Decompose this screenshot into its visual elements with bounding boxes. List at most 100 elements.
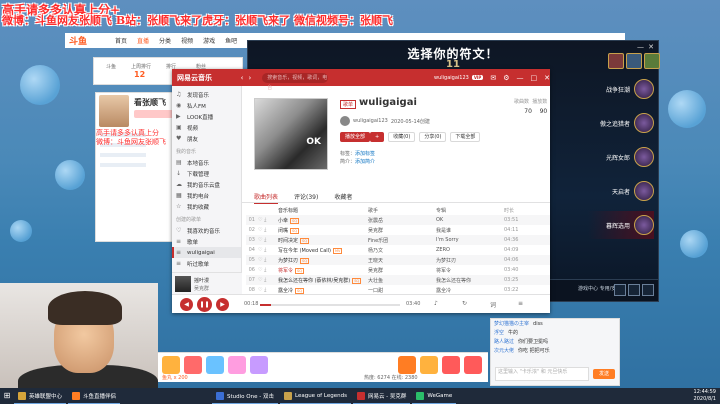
track-artist[interactable]: 王晓天 [368, 257, 436, 264]
track-artist[interactable]: 吴克群 [368, 267, 436, 274]
track-album[interactable]: 我是谁 [436, 227, 504, 234]
sidebar-item-downloads[interactable]: ↓ 下载管理 [172, 168, 241, 179]
track-artist[interactable]: 大壮鱼 [368, 277, 436, 284]
taskbar-item[interactable]: 斗鱼直播伴侣 [68, 388, 121, 404]
taskbar-item[interactable]: WeGame [412, 388, 457, 404]
settings-icon[interactable]: ⚙ [503, 74, 509, 82]
like-icon[interactable]: ♡ [258, 247, 262, 253]
track-album[interactable]: OK [436, 217, 504, 223]
gift-icon[interactable] [162, 356, 180, 374]
chat-input[interactable]: 这里输入 "卡乐浓" 和 元旦快乐 [495, 367, 589, 381]
gift-icon[interactable] [250, 356, 268, 374]
nav-games[interactable]: 游戏 [203, 36, 215, 45]
playlist-icon[interactable]: ≡ [518, 300, 523, 307]
progress-bar[interactable] [260, 304, 400, 306]
lol-settings-button[interactable] [642, 284, 654, 296]
track-title[interactable]: 将军令 SQ [278, 267, 368, 274]
close-icon[interactable]: ✕ [544, 74, 550, 82]
track-title[interactable]: 露全冷 SQ [278, 287, 368, 294]
lol-slot[interactable]: 战争狂潮 [588, 75, 654, 103]
loop-icon[interactable]: ↻ [462, 300, 467, 307]
anchor-avatar[interactable] [99, 95, 129, 127]
prev-button[interactable]: ◀ [180, 298, 193, 311]
system-clock[interactable]: 12:44:59 2020/8/1 [694, 389, 716, 403]
mail-icon[interactable]: ✉ [490, 74, 496, 82]
download-icon[interactable]: ⤓ [264, 287, 266, 293]
next-button[interactable]: ▶ [216, 298, 229, 311]
chat-user[interactable]: 梦幻猫猫の主宰 [494, 320, 529, 327]
add-all-button[interactable]: + [370, 132, 385, 142]
like-icon[interactable]: ♡ [258, 287, 262, 293]
lol-slot-active[interactable]: 暮辉选用 [588, 211, 654, 239]
download-icon[interactable]: ⤓ [264, 267, 266, 273]
sidebar-item-video[interactable]: ▣ 视频 [172, 122, 241, 133]
back-arrow-icon[interactable]: ‹ [241, 74, 244, 82]
champion-icon[interactable] [644, 53, 660, 69]
now-playing-mini[interactable]: 摇叶漫 吴克群 [172, 272, 242, 294]
track-artist[interactable]: 吴克群 [368, 227, 436, 234]
like-icon[interactable]: ♡ [258, 277, 262, 283]
gift-icon[interactable] [206, 356, 224, 374]
minimize-icon[interactable]: — [517, 74, 524, 82]
track-title[interactable]: 为梦扛刃 SQ [278, 257, 368, 264]
taskbar-item[interactable]: League of Legends [279, 388, 351, 404]
download-icon[interactable]: ⤓ [264, 217, 266, 223]
sidebar-item-look[interactable]: ▶ LOOK直播 [172, 111, 241, 122]
download-icon[interactable]: ⤓ [264, 247, 266, 253]
table-row[interactable]: 06 ♡ ⤓ 将军令 SQ 吴克群 将军令 03:40 [246, 265, 550, 275]
lol-spell-button[interactable] [628, 284, 640, 296]
like-icon[interactable]: ♡ [258, 267, 262, 273]
champion-icon[interactable] [626, 53, 642, 69]
music-search-input[interactable]: 搜索音乐，视频，歌词，电台 [262, 72, 328, 91]
lol-close-icon[interactable]: ✕ [648, 43, 654, 51]
col-title[interactable]: 音乐标题 [278, 207, 368, 214]
download-icon[interactable]: ⤓ [264, 227, 266, 233]
chat-user[interactable]: 浮空 [494, 329, 504, 336]
sidebar-item-radio[interactable]: ▦ 我的电台 [172, 190, 241, 201]
playlist-owner[interactable]: wuligaigai123 2020-05-14创建 [340, 116, 430, 126]
track-title[interactable]: 小幸 SQ [278, 217, 368, 224]
track-artist[interactable]: 一口甜 [368, 287, 436, 294]
chat-user[interactable]: 次元大佬 [494, 347, 514, 354]
track-artist[interactable]: Fine乐团 [368, 237, 436, 244]
lol-slot[interactable]: 傲之追猎者 [588, 109, 654, 137]
sidebar-item-history[interactable]: ≡ 听过歌单 [172, 258, 241, 269]
track-title[interactable]: 写在今年 (Moved Call) MV [278, 247, 368, 254]
sidebar-item-playlist[interactable]: ≡ 歌单 [172, 236, 241, 247]
lol-rune-button[interactable] [614, 284, 626, 296]
nav-live[interactable]: 直播 [137, 36, 149, 45]
download-icon[interactable]: ⤓ [264, 277, 266, 283]
like-icon[interactable]: ♡ [258, 257, 262, 263]
table-row[interactable]: 05 ♡ ⤓ 为梦扛刃 SQ 王晓天 为梦扛刃 04:06 [246, 255, 550, 265]
track-artist[interactable]: 杨乃文 [368, 247, 436, 254]
track-album[interactable]: 将军令 [436, 267, 504, 274]
track-album[interactable]: ZERO [436, 247, 504, 253]
nav-home[interactable]: 首页 [115, 36, 127, 45]
champion-icon[interactable] [608, 53, 624, 69]
table-row[interactable]: 03 ♡ ⤓ 时间决定 SQ Fine乐团 I'm Sorry 04:36 [246, 235, 550, 245]
sidebar-item-favorites[interactable]: ☆ 我的收藏 [172, 201, 241, 212]
music-user[interactable]: wuligaigai123 VIP [434, 75, 484, 81]
table-row[interactable]: 08 ♡ ⤓ 露全冷 SQ 一口甜 露全冷 03:22 [246, 285, 550, 294]
like-icon[interactable]: ♡ [258, 237, 262, 243]
download-icon[interactable]: ⤓ [264, 237, 266, 243]
taskbar-item[interactable]: 英雄联盟中心 [14, 388, 67, 404]
chat-user[interactable]: 路人路过 [494, 338, 514, 345]
maximize-icon[interactable]: □ [531, 74, 538, 82]
nav-video[interactable]: 视频 [181, 36, 193, 45]
track-album[interactable]: 为梦扛刃 [436, 257, 504, 264]
nav-category[interactable]: 分类 [159, 36, 171, 45]
col-artist[interactable]: 歌手 [368, 207, 436, 214]
download-all-button[interactable]: 下载全部 [450, 132, 481, 142]
sidebar-item-discover[interactable]: ♫ 发现音乐 [172, 89, 241, 100]
gift-icon[interactable] [464, 356, 482, 374]
lol-slot[interactable]: 天启者 [588, 177, 654, 205]
sidebar-item-liked[interactable]: ♡ 我喜欢的音乐 [172, 225, 241, 236]
collect-button[interactable]: 收藏(0) [388, 132, 416, 142]
sidebar-item-friends[interactable]: ♥ 朋友 [172, 133, 241, 144]
table-row[interactable]: 01 ♡ ⤓ 小幸 SQ 张震岳 OK 03:51 [246, 215, 550, 225]
track-title[interactable]: 时间决定 SQ [278, 237, 368, 244]
table-row[interactable]: 04 ♡ ⤓ 写在今年 (Moved Call) MV 杨乃文 ZERO 04:09 [246, 245, 550, 255]
track-artist[interactable]: 张震岳 [368, 217, 436, 224]
gift-icon[interactable] [398, 356, 416, 374]
